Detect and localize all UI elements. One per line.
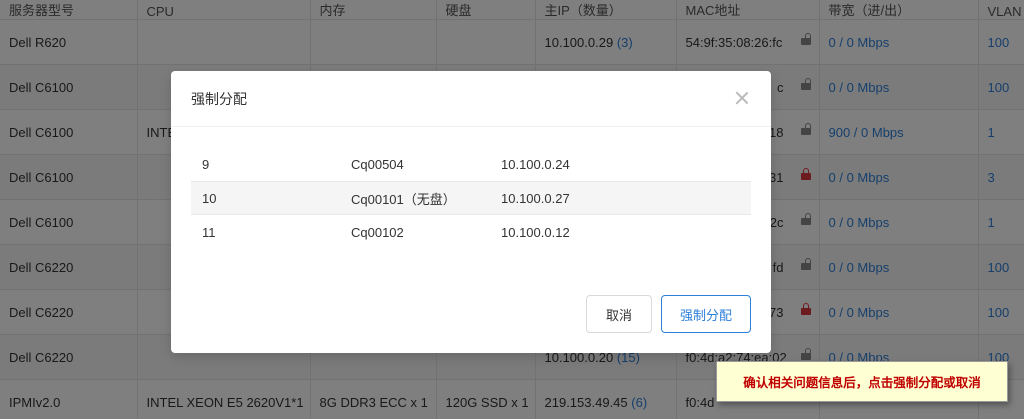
item-ip: 10.100.0.12 <box>501 224 570 240</box>
modal-header: 强制分配 <box>171 71 771 127</box>
item-ip: 10.100.0.27 <box>501 190 570 206</box>
item-no: 11 <box>202 224 216 240</box>
close-icon[interactable] <box>735 91 749 105</box>
force-assign-dialog: 强制分配 9 Cq00504 10.100.0.24 10 Cq00101（无盘… <box>171 71 771 353</box>
hint-text: 确认相关问题信息后，点击强制分配或取消 <box>743 376 981 390</box>
hint-tooltip: 确认相关问题信息后，点击强制分配或取消 <box>716 361 1008 402</box>
item-no: 9 <box>202 156 210 172</box>
item-name: Cq00102 <box>351 224 404 240</box>
item-name: Cq00504 <box>351 156 404 172</box>
list-item[interactable]: 10 Cq00101（无盘） 10.100.0.27 <box>191 181 751 215</box>
force-assign-button[interactable]: 强制分配 <box>661 295 751 333</box>
cancel-button[interactable]: 取消 <box>586 295 652 333</box>
assign-list: 9 Cq00504 10.100.0.24 10 Cq00101（无盘） 10.… <box>191 147 751 249</box>
list-item[interactable]: 11 Cq00102 10.100.0.12 <box>191 215 751 249</box>
list-item[interactable]: 9 Cq00504 10.100.0.24 <box>191 147 751 181</box>
modal-title: 强制分配 <box>191 91 247 107</box>
item-name: Cq00101（无盘） <box>351 191 456 207</box>
item-no: 10 <box>202 190 217 206</box>
item-ip: 10.100.0.24 <box>501 156 570 172</box>
